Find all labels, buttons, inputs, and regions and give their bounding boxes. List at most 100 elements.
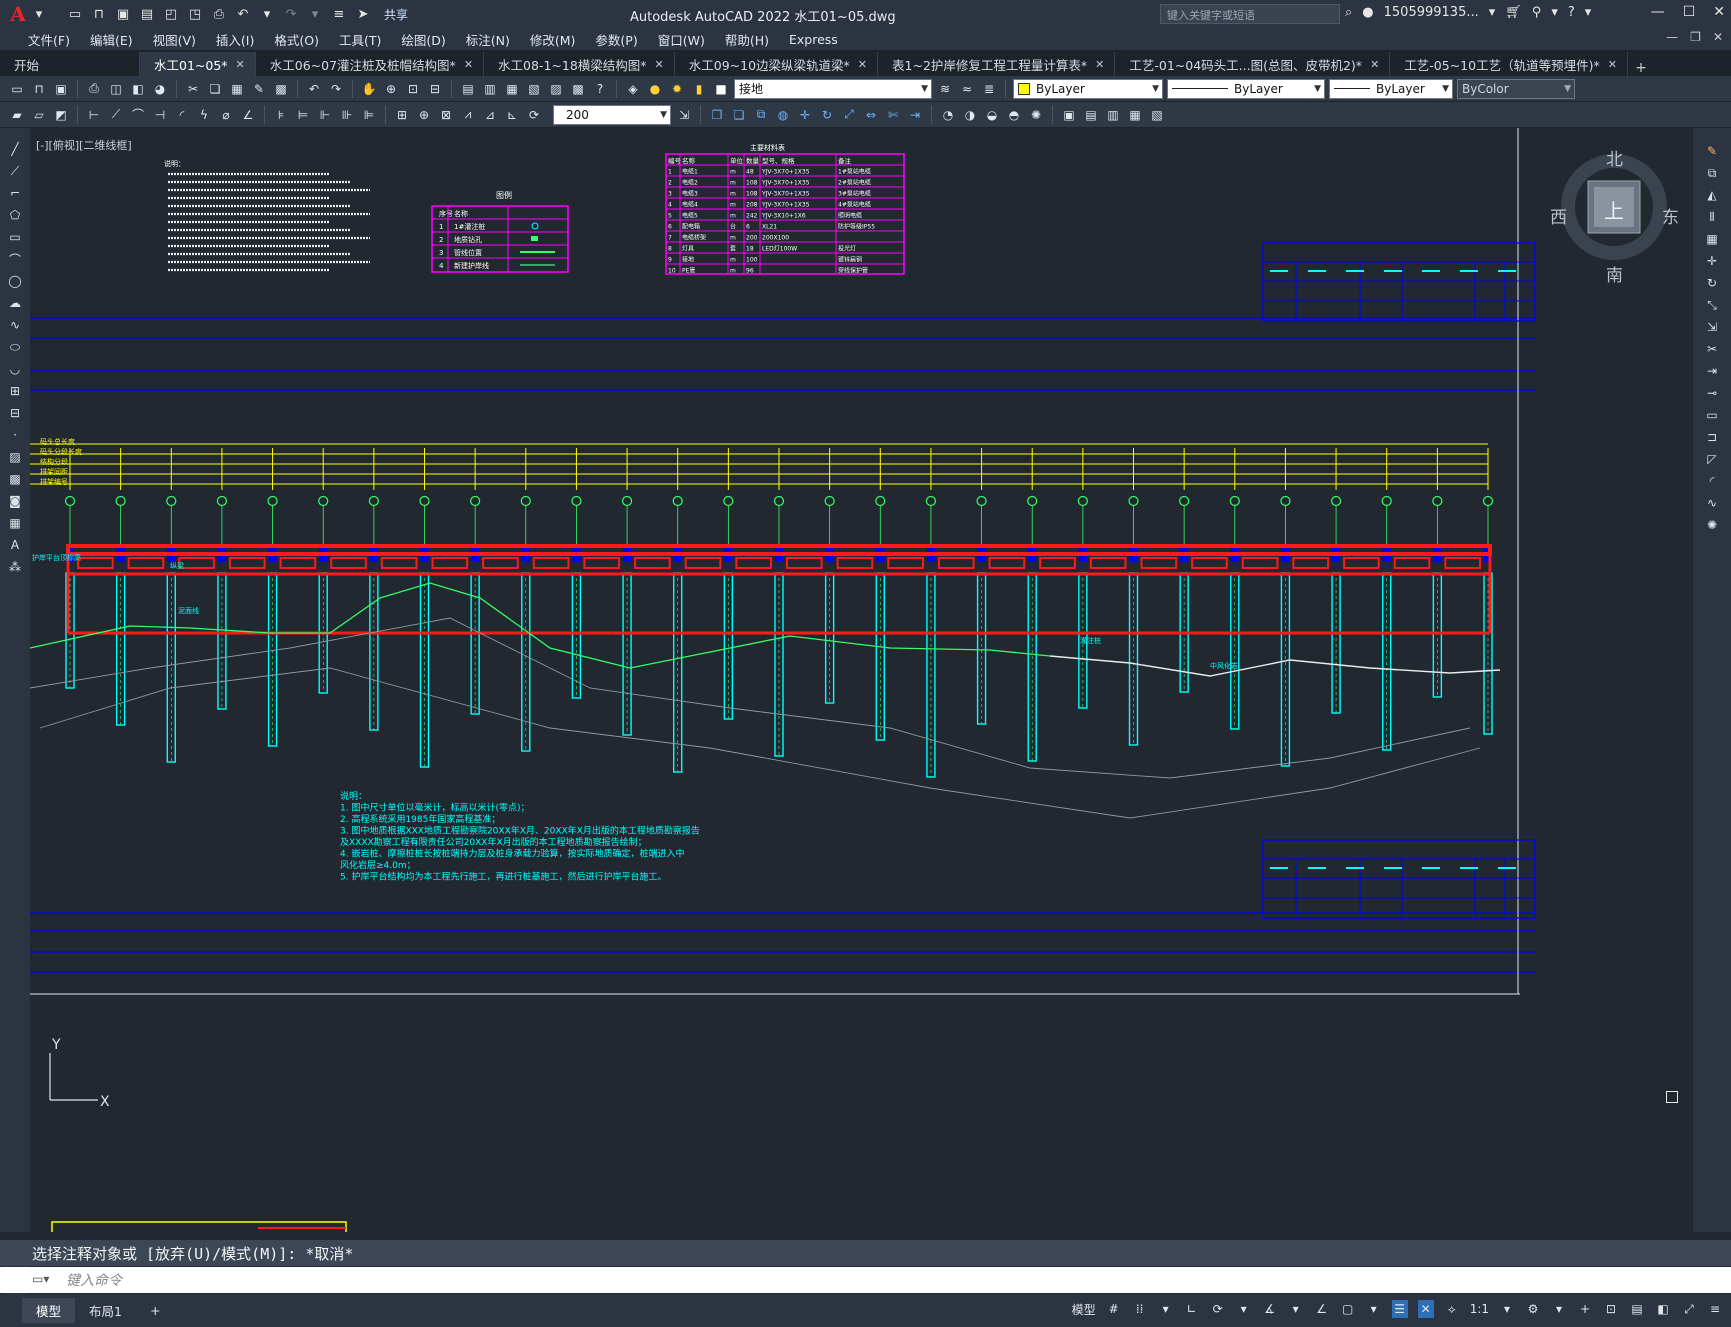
blend-curves-icon[interactable]: ∿ bbox=[1703, 494, 1721, 512]
tab-close-icon[interactable]: ✕ bbox=[1370, 58, 1379, 71]
ellipse-arc-icon[interactable]: ◡ bbox=[6, 360, 24, 378]
drawing-canvas[interactable]: 说明： 图例 序号 名称 1 1#灌注桩 2 地质钻孔 3 管线位置 4 新建护岸线 主要材料表 编号 名称… bbox=[30, 128, 1693, 1232]
file-tab-2[interactable]: 水工06~07灌注桩及桩帽结构图* ✕ bbox=[256, 52, 485, 76]
redo-icon[interactable]: ↷ bbox=[282, 5, 300, 23]
app-menu-chevron-icon[interactable]: ▾ bbox=[30, 5, 48, 23]
copy-array-icon[interactable]: ❏ bbox=[730, 106, 748, 124]
customize-qat-icon[interactable]: ≡ bbox=[330, 5, 348, 23]
file-tab-6[interactable]: 工艺-01~04码头工...图(总图、皮带机2)* ✕ bbox=[1115, 52, 1391, 76]
copy-object-icon[interactable]: ❐ bbox=[708, 106, 726, 124]
design-center-icon[interactable]: ▥ bbox=[481, 80, 499, 98]
new-file-icon[interactable]: ▭ bbox=[66, 5, 84, 23]
units-icon[interactable]: ⊡ bbox=[1603, 1300, 1619, 1318]
polyline-icon[interactable]: ⌐ bbox=[6, 184, 24, 202]
add-layout-icon[interactable]: + bbox=[136, 1300, 174, 1321]
workspace-gear-icon[interactable]: ⚙ bbox=[1525, 1300, 1541, 1318]
explode-icon[interactable]: ✺ bbox=[1703, 516, 1721, 534]
snap-dropdown-icon[interactable]: ▾ bbox=[1158, 1300, 1174, 1318]
menu-item-5[interactable]: 工具(T) bbox=[329, 30, 391, 49]
doc-close-icon[interactable]: ✕ bbox=[1713, 30, 1723, 44]
radius-dimension-icon[interactable]: ◜ bbox=[173, 106, 191, 124]
isolate-objects-icon[interactable]: ◧ bbox=[1655, 1300, 1671, 1318]
arc-length-icon[interactable]: ⌒ bbox=[129, 106, 147, 124]
zoom-realtime-icon[interactable]: ⊕ bbox=[382, 80, 400, 98]
undo-icon[interactable]: ↶ bbox=[305, 80, 323, 98]
viewport-controls-label[interactable]: [-][俯视][二维线框] bbox=[36, 137, 132, 153]
baseline-dimension-icon[interactable]: ⊨ bbox=[294, 106, 312, 124]
plot-icon[interactable]: ⎙ bbox=[210, 5, 228, 23]
menu-item-9[interactable]: 参数(P) bbox=[585, 30, 647, 49]
inspect-icon[interactable]: ⊠ bbox=[437, 106, 455, 124]
aligned-dimension-icon[interactable]: ⟋ bbox=[107, 106, 125, 124]
break-icon[interactable]: ◔ bbox=[939, 106, 957, 124]
menu-item-10[interactable]: 窗口(W) bbox=[648, 30, 715, 49]
maximize-icon[interactable]: ☐ bbox=[1683, 4, 1696, 20]
lineweight-dropdown[interactable]: ByLayer ▼ bbox=[1329, 78, 1453, 99]
menu-item-2[interactable]: 视图(V) bbox=[143, 30, 206, 49]
tab-close-icon[interactable]: ✕ bbox=[1608, 58, 1617, 71]
file-tab-1[interactable]: 水工01~05* ✕ bbox=[140, 52, 256, 76]
dynamic-input-icon[interactable]: ⟳ bbox=[1210, 1300, 1226, 1318]
command-input[interactable]: ▭▾ 键入命令 bbox=[0, 1267, 1731, 1293]
workspace-dropdown-icon[interactable]: ▾ bbox=[1551, 1300, 1567, 1318]
plot-preview-icon[interactable]: ◫ bbox=[107, 80, 125, 98]
layout-icon[interactable]: ▱ bbox=[30, 106, 48, 124]
chamfer-icon[interactable]: ◒ bbox=[983, 106, 1001, 124]
calculator-icon[interactable]: ▩ bbox=[569, 80, 587, 98]
share-button[interactable]: 共享 bbox=[384, 6, 408, 23]
fillet-icon[interactable]: ◜ bbox=[1703, 472, 1721, 490]
compass-east[interactable]: 东 bbox=[1662, 203, 1679, 228]
ordinate-dimension-icon[interactable]: ⊣ bbox=[151, 106, 169, 124]
scale-icon[interactable]: ⤢ bbox=[840, 106, 858, 124]
center-mark-icon[interactable]: ⊕ bbox=[415, 106, 433, 124]
open-file-icon[interactable]: ⊓ bbox=[90, 5, 108, 23]
help-icon[interactable]: ? bbox=[1568, 5, 1575, 20]
annotation-scale-value[interactable]: 1:1 bbox=[1470, 1300, 1489, 1318]
save-as-icon[interactable]: ▤ bbox=[138, 5, 156, 23]
file-tab-7[interactable]: 工艺-05~10工艺（轨道等预埋件)* ✕ bbox=[1390, 52, 1628, 76]
stretch-icon[interactable]: ⇔ bbox=[862, 106, 880, 124]
menu-item-12[interactable]: Express bbox=[779, 32, 848, 47]
undo-dropdown-icon[interactable]: ▾ bbox=[258, 5, 276, 23]
compass-south[interactable]: 南 bbox=[1606, 261, 1623, 286]
viewcube-top-face[interactable]: 上 bbox=[1604, 195, 1624, 224]
user-dropdown-icon[interactable]: ▾ bbox=[1489, 5, 1496, 20]
diameter-dimension-icon[interactable]: ⌀ bbox=[217, 106, 235, 124]
osnap-icon[interactable]: ▢ bbox=[1340, 1300, 1356, 1318]
minimize-icon[interactable]: — bbox=[1651, 4, 1665, 20]
trim-icon[interactable]: ✄ bbox=[884, 106, 902, 124]
file-tab-3[interactable]: 水工08-1~18横梁结构图* ✕ bbox=[484, 52, 675, 76]
mirror-icon[interactable]: ⧉ bbox=[752, 106, 770, 124]
help-icon[interactable]: ? bbox=[591, 80, 609, 98]
menu-item-0[interactable]: 文件(F) bbox=[18, 30, 80, 49]
image-icon[interactable]: ▧ bbox=[1148, 106, 1166, 124]
share-icon[interactable]: ➤ bbox=[354, 5, 372, 23]
tab-model[interactable]: 模型 bbox=[22, 1298, 76, 1323]
move-icon[interactable]: ✛ bbox=[796, 106, 814, 124]
publish-icon[interactable]: ◧ bbox=[129, 80, 147, 98]
file-tab-4[interactable]: 水工09~10边梁纵梁轨道梁* ✕ bbox=[675, 52, 879, 76]
pan-icon[interactable]: ✋ bbox=[360, 80, 378, 98]
close-icon[interactable]: ✕ bbox=[1713, 4, 1725, 20]
paste-icon[interactable]: ▦ bbox=[228, 80, 246, 98]
insert-block-icon[interactable]: ⊞ bbox=[6, 382, 24, 400]
block-insert-icon[interactable]: ▣ bbox=[1060, 106, 1078, 124]
cart-icon[interactable]: 🛒︎ bbox=[1505, 5, 1522, 20]
qnew-icon[interactable]: ▰ bbox=[8, 106, 26, 124]
continue-dimension-icon[interactable]: ⊩ bbox=[316, 106, 334, 124]
layer-on-icon[interactable]: ● bbox=[646, 80, 664, 98]
block-editor-icon[interactable]: ▩ bbox=[272, 80, 290, 98]
3d-print-icon[interactable]: ◕ bbox=[151, 80, 169, 98]
menu-item-1[interactable]: 编辑(E) bbox=[80, 30, 143, 49]
open-file-icon[interactable]: ⊓ bbox=[30, 80, 48, 98]
mtext-icon[interactable]: A bbox=[6, 536, 24, 554]
sheet-set-icon[interactable]: ▧ bbox=[525, 80, 543, 98]
snap-icon[interactable]: ⁞⁞ bbox=[1132, 1300, 1148, 1318]
hatch-icon[interactable]: ▨ bbox=[6, 448, 24, 466]
move-icon[interactable]: ✛ bbox=[1703, 252, 1721, 270]
file-tab-5[interactable]: 表1~2护岸修复工程工程量计算表* ✕ bbox=[878, 52, 1116, 76]
trim-icon[interactable]: ✂ bbox=[1703, 340, 1721, 358]
rectangle-icon[interactable]: ▭ bbox=[6, 228, 24, 246]
tab-close-icon[interactable]: ✕ bbox=[236, 58, 245, 71]
model-space-label[interactable]: 模型 bbox=[1072, 1300, 1096, 1318]
